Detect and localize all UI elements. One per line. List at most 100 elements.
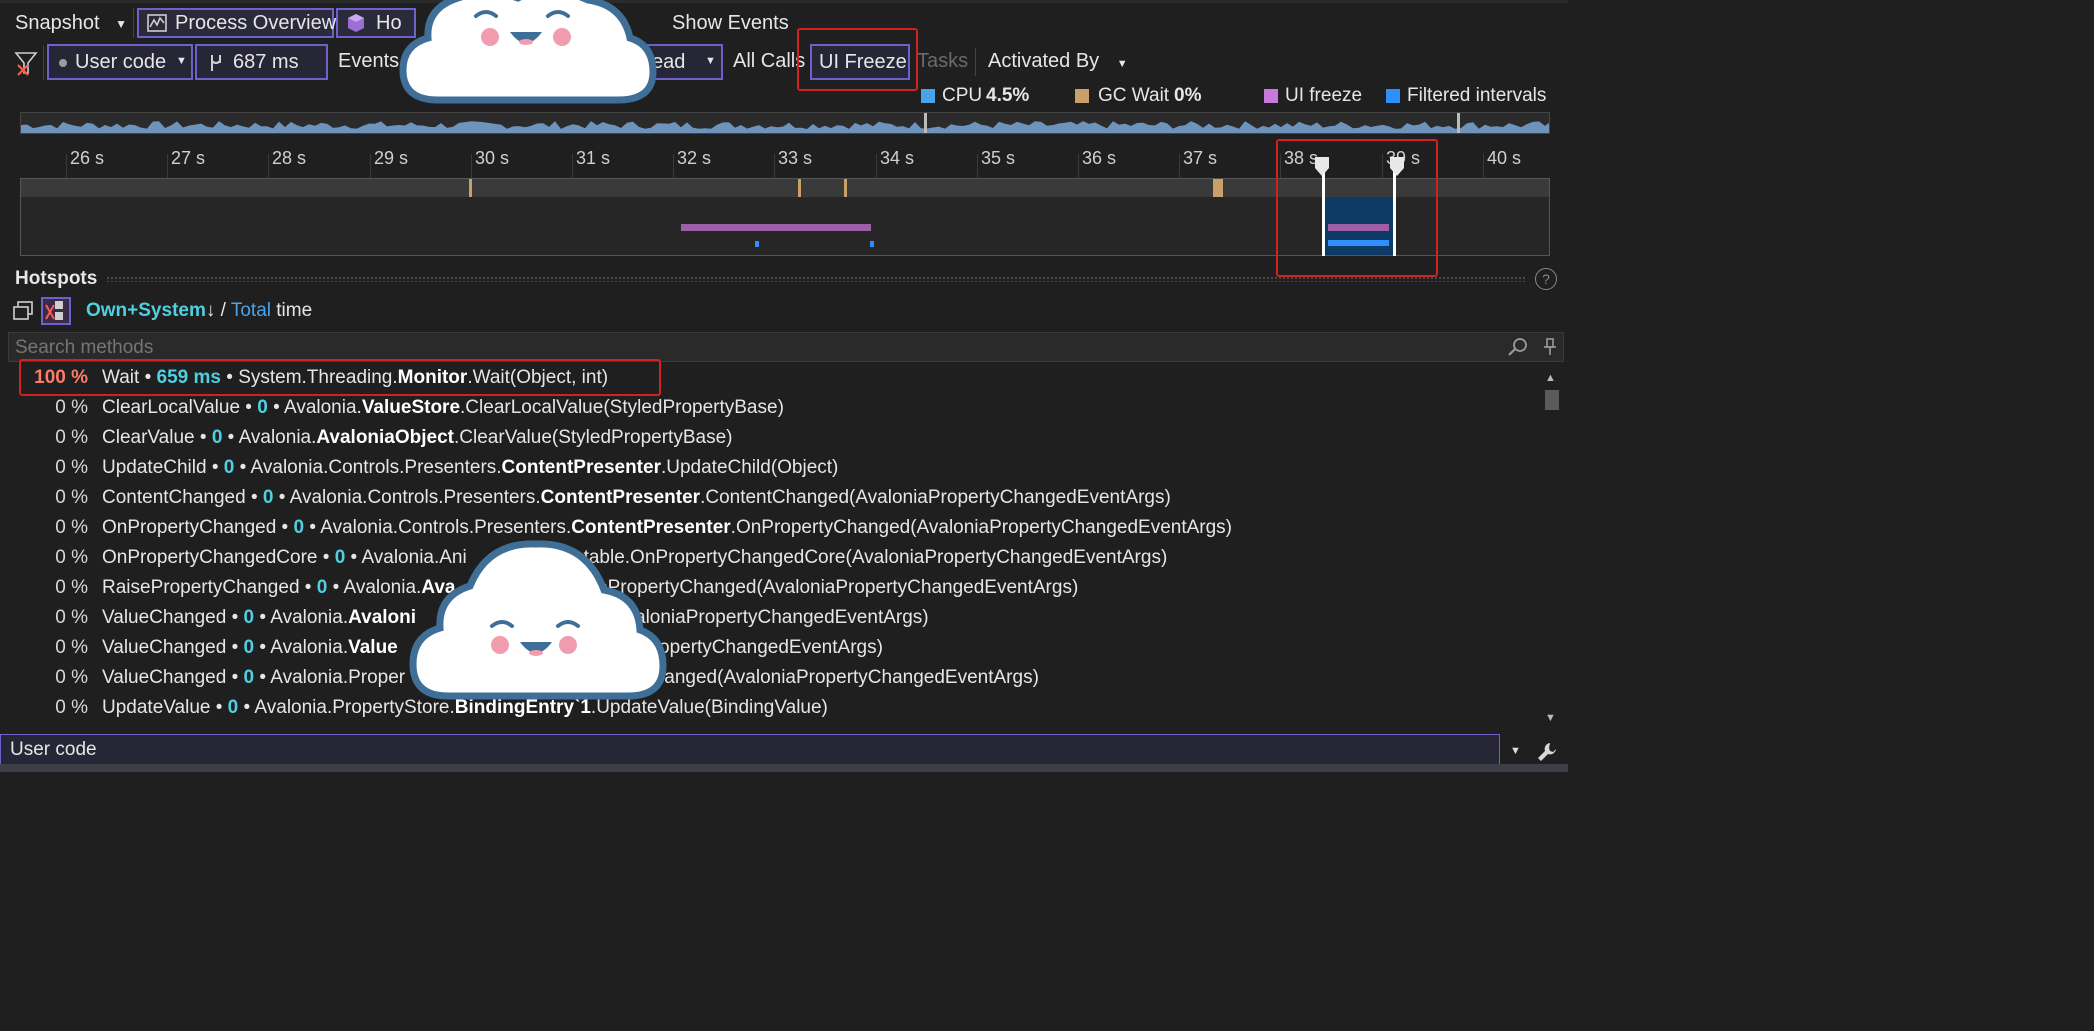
method-name: UpdateChild [102, 457, 207, 478]
sort-mode[interactable]: Own+System↓ / Total time [86, 297, 312, 325]
highlight-box [1276, 139, 1438, 277]
method-name: UpdateValue [102, 697, 211, 718]
help-icon[interactable]: ? [1535, 268, 1557, 290]
scrollbar[interactable]: ▲ ▼ [1540, 368, 1564, 730]
merge-calls-toggle[interactable] [41, 297, 71, 325]
table-row[interactable]: 0 % ClearValue • 0 • Avalonia.AvaloniaObj… [0, 423, 1540, 453]
method-time: 0 [316, 577, 328, 598]
activated-by-filter[interactable]: Activated By ▼ [988, 47, 1128, 78]
fork-icon [211, 55, 221, 71]
status-strip [0, 764, 1568, 772]
method-name: ClearLocalValue [102, 397, 241, 418]
duration-label: 687 ms [233, 51, 299, 73]
method-signature-tail: Changed(AvaloniaPropertyChangedEventArgs… [640, 667, 1039, 688]
snapshot-menu[interactable]: Snapshot ▼ [15, 9, 127, 38]
row-text: UpdateChild • 0 • Avalonia.Controls.Pres… [102, 457, 839, 478]
method-namespace: Avalonia.Controls.Presenters. [250, 457, 502, 478]
scroll-down-icon[interactable]: ▼ [1545, 712, 1556, 724]
table-row[interactable]: 0 % UpdateChild • 0 • Avalonia.Controls.P… [0, 453, 1540, 483]
chevron-down-icon: ▼ [1116, 58, 1128, 70]
method-name: ClearValue [102, 427, 195, 448]
chevron-down-icon: ▼ [115, 16, 127, 31]
hotspots-title: Hotspots [15, 268, 98, 289]
method-signature-tail: aloniaPropertyChangedEventArgs) [635, 607, 929, 628]
show-events-button[interactable]: Show Events [672, 9, 789, 37]
method-namespace: Avalonia. [238, 427, 317, 448]
filtered-interval [870, 241, 874, 247]
sort-slash: / [215, 300, 231, 321]
highlight-box [797, 28, 918, 91]
gc-event [844, 179, 847, 197]
method-time: 0 [262, 487, 274, 508]
row-text: ContentChanged • 0 • Avalonia.Controls.P… [102, 487, 1171, 508]
method-class: ContentPresenter [540, 487, 701, 508]
table-row[interactable]: 0 % OnPropertyChangedCore • 0 • Avalonia.… [0, 543, 1540, 573]
events-filter[interactable]: Events [338, 47, 399, 75]
filtered-swatch [1386, 89, 1400, 103]
table-row[interactable]: 0 % ValueChanged • 0 • Avalonia.Avaloni al… [0, 603, 1540, 633]
main-toolbar: Snapshot ▼ Process Overview Ho Show Even… [0, 0, 1568, 46]
ui-freeze-swatch [1264, 89, 1278, 103]
cpu-overview-strip[interactable] [20, 112, 1550, 134]
method-namespace: Avalonia.Proper [270, 667, 406, 688]
gc-value: 0% [1174, 85, 1202, 106]
clear-filter-icon[interactable] [14, 51, 38, 77]
table-row[interactable]: 0 % RaisePropertyChanged • 0 • Avalonia.A… [0, 573, 1540, 603]
sort-total-label: Total [230, 300, 271, 321]
method-namespace: Avalonia.Controls.Presenters. [289, 487, 541, 508]
table-row[interactable]: 0 % OnPropertyChanged • 0 • Avalonia.Cont… [0, 513, 1540, 543]
tick-label: 31 s [576, 148, 611, 168]
scroll-up-icon[interactable]: ▲ [1545, 372, 1556, 384]
method-class: AvaloniaObject [316, 427, 455, 448]
tick-label: 30 s [475, 148, 510, 168]
table-row[interactable]: 0 % ValueChanged • 0 • Avalonia.Proper Cha… [0, 663, 1540, 693]
row-percent: 0 % [55, 637, 88, 658]
tasks-filter[interactable]: Tasks [917, 47, 968, 75]
method-time: 0 [293, 517, 305, 538]
duration-filter[interactable]: 687 ms [195, 44, 328, 80]
method-signature: .ClearLocalValue(StyledPropertyBase) [460, 397, 784, 418]
scroll-thumb[interactable] [1545, 390, 1559, 410]
snapshot-label: Snapshot [15, 12, 100, 34]
table-row[interactable]: 0 % ClearLocalValue • 0 • Avalonia.ValueS… [0, 393, 1540, 423]
method-name: OnPropertyChangedCore [102, 547, 318, 568]
chevron-down-icon: ▼ [176, 55, 187, 67]
method-signature: .OnPropertyChanged(AvaloniaPropertyChang… [730, 517, 1233, 538]
method-time: 0 [243, 637, 255, 658]
table-row[interactable]: 0 % ContentChanged • 0 • Avalonia.Control… [0, 483, 1540, 513]
method-signature: .ContentChanged(AvaloniaPropertyChangedE… [700, 487, 1171, 508]
cpu-swatch [921, 89, 935, 103]
wrench-icon[interactable] [1535, 740, 1559, 764]
bottom-filter-field[interactable]: User code [0, 734, 1500, 766]
tick-label: 33 s [778, 148, 813, 168]
pin-icon[interactable] [1542, 337, 1558, 357]
tab-process-overview[interactable]: Process Overview [137, 8, 336, 38]
table-row[interactable]: 0 % ValueChanged • 0 • Avalonia.Value Prop… [0, 633, 1540, 663]
sort-arrow-icon: ↓ [205, 300, 216, 321]
method-signature: .UpdateChild(Object) [660, 457, 839, 478]
cloud-mascot-icon [399, 0, 657, 104]
sort-own-label: Own+System [86, 300, 206, 321]
table-row[interactable]: 0 % UpdateValue • 0 • Avalonia.PropertySt… [0, 693, 1540, 723]
row-percent: 0 % [55, 457, 88, 478]
row-percent: 0 % [55, 427, 88, 448]
row-percent: 0 % [55, 397, 88, 418]
tick-label: 27 s [171, 148, 206, 168]
row-text: ClearValue • 0 • Avalonia.AvaloniaObject… [102, 427, 733, 448]
user-code-filter[interactable]: User code ▼ [47, 44, 193, 80]
method-time: 0 [211, 427, 223, 448]
method-class: Avaloni [348, 607, 417, 628]
row-text: RaisePropertyChanged • 0 • Avalonia.Ava e… [102, 573, 1078, 603]
search-options-icon[interactable] [1507, 337, 1529, 357]
method-time: 0 [257, 397, 268, 418]
search-input[interactable] [13, 335, 1497, 361]
user-code-label: User code [75, 51, 167, 73]
merge-icon [45, 301, 63, 320]
tick-label: 26 s [70, 148, 105, 168]
copy-icon[interactable] [12, 301, 34, 321]
cpu-label: CPU [942, 85, 983, 106]
row-text: ValueChanged • 0 • Avalonia.Proper Change… [102, 663, 1039, 693]
search-methods-field[interactable] [8, 332, 1564, 362]
all-calls-filter[interactable]: All Calls [733, 47, 805, 75]
chevron-down-icon[interactable]: ▼ [1510, 745, 1521, 757]
